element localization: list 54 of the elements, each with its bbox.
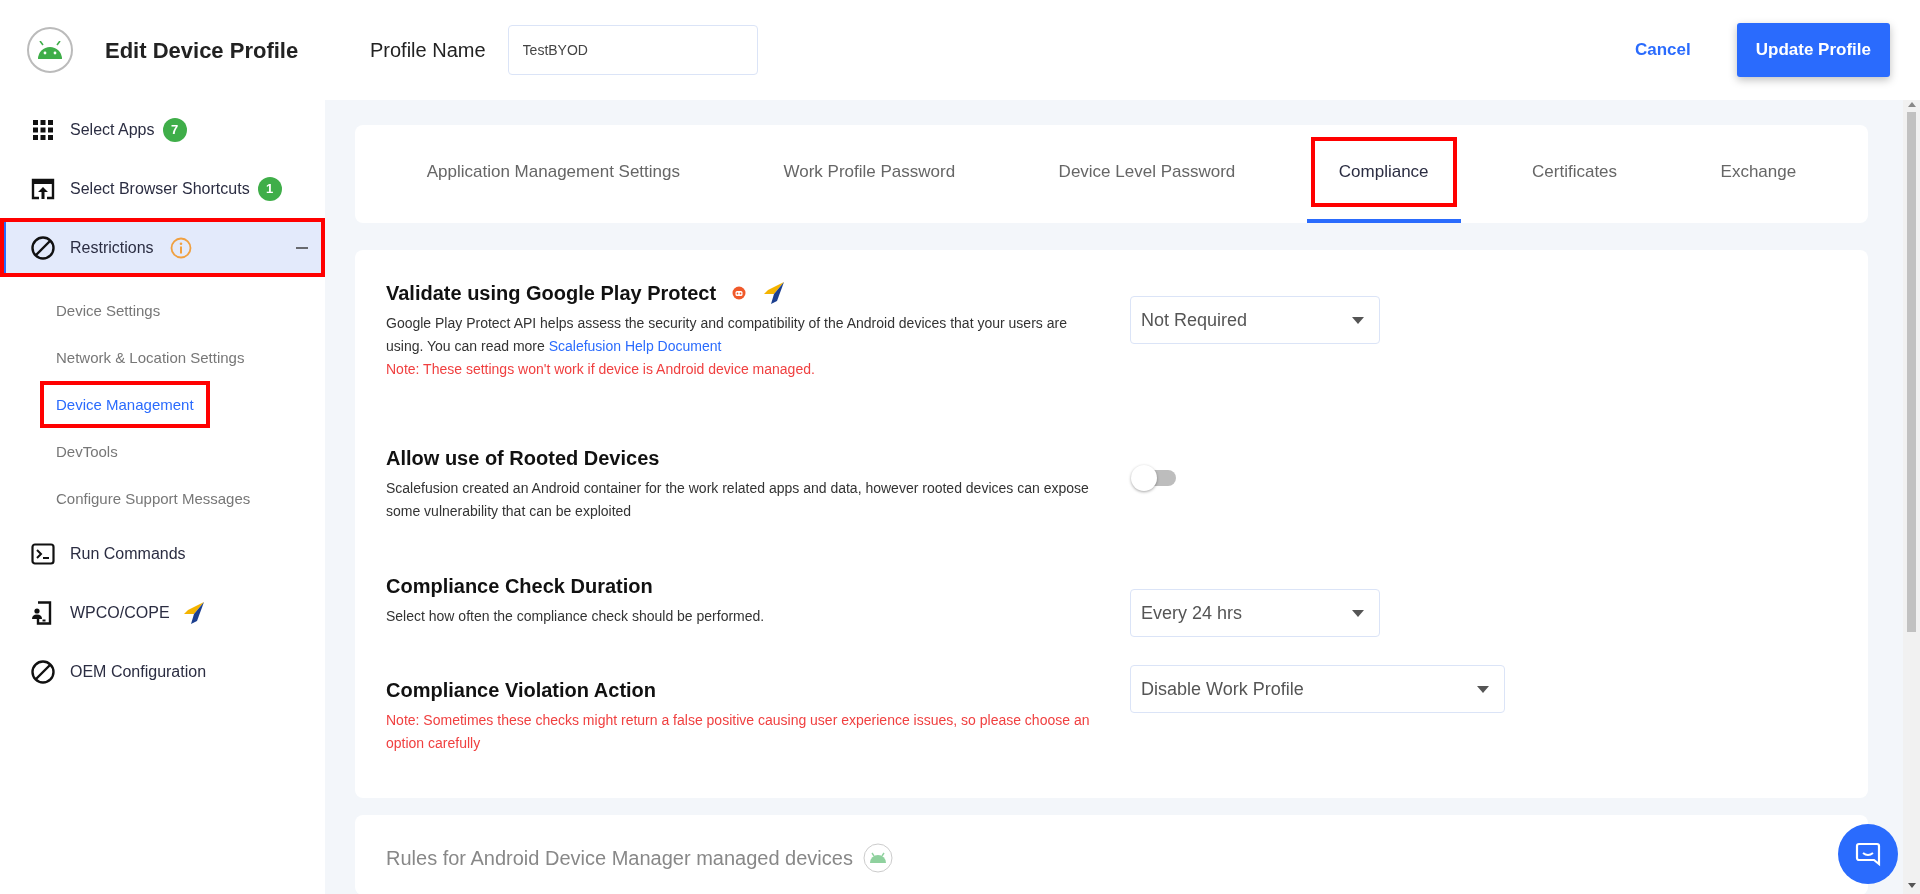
terminal-icon [30,540,56,567]
sidebar-subitem[interactable]: DevTools [40,428,134,475]
dropdown[interactable]: Not Required [1130,296,1380,344]
setting-description: Scalefusion created an Android container for the work related apps and data, however rooted devices can expose some vulnerability that can be exploited [386,479,1090,521]
caret-icon [1352,609,1364,617]
tab[interactable]: Exchange [1688,125,1829,223]
caret-icon [1477,685,1489,693]
robot-icon [732,286,747,300]
profile-name-label: Profile Name [370,38,486,63]
sidebar-subitem[interactable]: Device Management [40,381,210,428]
scroll-down-icon[interactable] [1906,882,1917,890]
wing-logo-icon [762,281,787,305]
tab[interactable]: Application Management Settings [394,125,712,223]
caret-icon [1352,316,1364,324]
tab[interactable]: Compliance [1306,125,1461,223]
help-link[interactable]: Scalefusion Help Document [548,338,722,354]
block-icon [30,234,56,261]
section-title: Rules for Android Device Manager managed devices [386,846,853,871]
setting-title: Allow use of Rooted Devices [386,446,660,471]
setting-title: Compliance Violation Action [386,678,657,703]
sidebar-item[interactable]: Restrictions [0,218,325,277]
scrollbar[interactable] [1903,100,1920,894]
profile-name-field[interactable]: TestBYOD [507,25,758,75]
android-logo-icon [27,27,73,73]
sidebar-subitem[interactable]: Configure Support Messages [40,475,267,522]
setting-description: Select how often the compliance check should be performed. [386,607,766,626]
sidebar-item[interactable]: Select Browser Shortcuts 1 [0,159,325,218]
count-badge: 1 [257,176,282,201]
dropdown[interactable]: Every 24 hrs [1130,589,1380,637]
sidebar-item[interactable]: OEM Configuration [0,642,325,701]
setting-title: Compliance Check Duration [386,574,653,599]
count-badge: 7 [162,117,187,142]
cancel-link[interactable]: Cancel [1635,37,1691,63]
block-icon [30,658,56,685]
warning-note: Note: These settings won't work if device is Android device managed. [386,360,816,379]
page-title: Edit Device Profile [105,36,300,65]
setting-title: Validate using Google Play Protect [386,281,717,306]
chat-icon [1855,841,1881,867]
tab[interactable]: Device Level Password [1026,125,1268,223]
sidebar-subitem[interactable]: Network & Location Settings [40,334,261,381]
sidebar-item[interactable]: Select Apps 7 [0,100,325,159]
setting-description: Google Play Protect API helps assess the security and compatibility of the Android devices that your users are using. You can read more Scalefusion Help Document [386,314,1068,356]
info-icon[interactable] [169,236,192,259]
toggle-switch[interactable] [1130,464,1178,492]
sidebar-item[interactable]: WPCO/COPE [0,583,325,642]
dropdown[interactable]: Disable Work Profile [1130,665,1505,713]
tab[interactable]: Work Profile Password [751,125,988,223]
android-icon [862,843,893,873]
scrollbar-thumb[interactable] [1907,112,1916,632]
update-profile-button[interactable]: Update Profile [1736,23,1890,77]
sidebar-subitem[interactable]: Device Settings [40,287,177,334]
tab[interactable]: Certificates [1500,125,1650,223]
sidebar-item[interactable]: Run Commands [0,524,325,583]
warning-note: Note: Sometimes these checks might return a false positive causing user experience issues, so please choose an option carefully [386,711,1091,753]
